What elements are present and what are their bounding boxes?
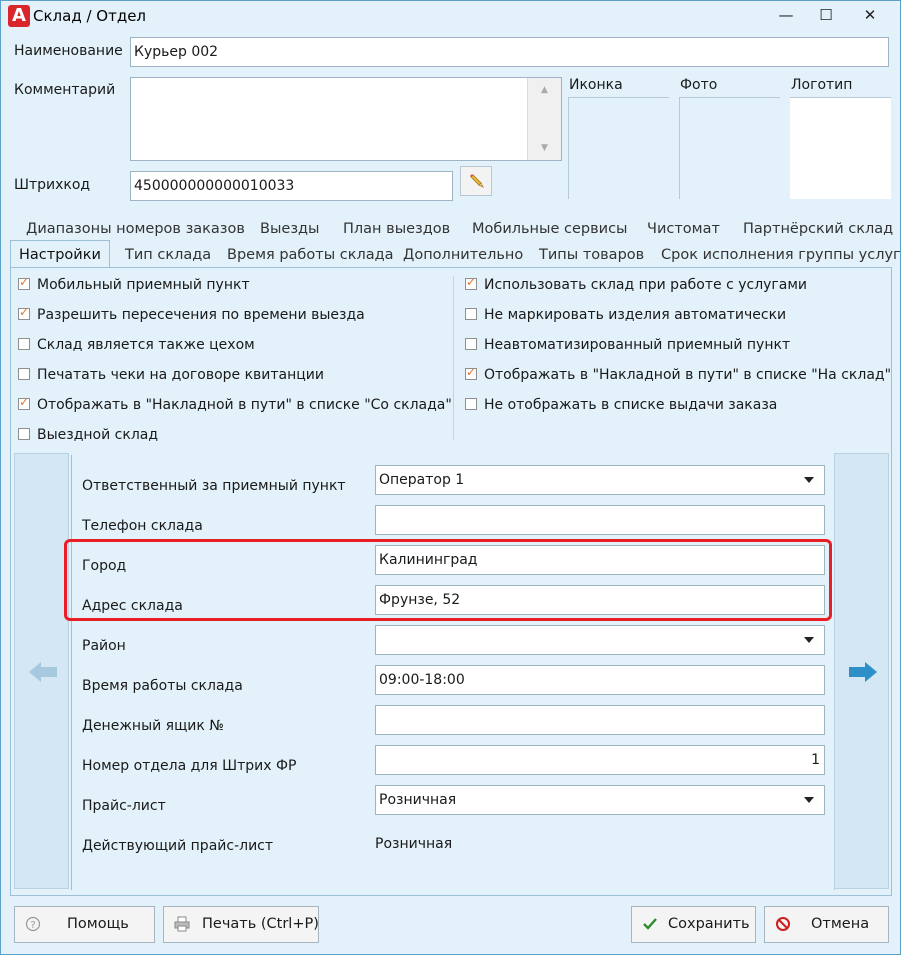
checkbox-unchecked-icon[interactable] bbox=[465, 308, 477, 320]
cashbox-label: Денежный ящик № bbox=[82, 718, 224, 734]
arrow-right-icon bbox=[849, 662, 877, 682]
pricelist-value: Розничная bbox=[379, 792, 457, 808]
checkbox-unchecked-icon[interactable] bbox=[18, 338, 30, 350]
city-label: Город bbox=[82, 558, 127, 574]
dropdown-arrow-icon[interactable] bbox=[804, 477, 814, 483]
comment-label: Комментарий bbox=[14, 82, 116, 98]
tab-order-ranges[interactable]: Диапазоны номеров заказов bbox=[26, 216, 245, 242]
comment-scrollbar[interactable]: ▲ ▼ bbox=[527, 78, 561, 160]
close-button[interactable]: ✕ bbox=[847, 1, 893, 31]
window-title: Склад / Отдел bbox=[33, 7, 147, 25]
name-label: Наименование bbox=[14, 43, 123, 59]
responsible-value: Оператор 1 bbox=[379, 472, 465, 488]
barcode-input[interactable]: 450000000000010033 bbox=[130, 171, 453, 201]
print-button-label: Печать (Ctrl+P) bbox=[202, 916, 319, 932]
settings-panel: Мобильный приемный пункт Разрешить перес… bbox=[10, 267, 892, 896]
pencil-icon bbox=[470, 174, 484, 188]
address-label: Адрес склада bbox=[82, 598, 183, 614]
photo-pane: Фото bbox=[679, 77, 780, 98]
generate-barcode-button[interactable] bbox=[460, 166, 492, 196]
svg-text:?: ? bbox=[30, 920, 35, 931]
tab-warehouse-type[interactable]: Тип склада bbox=[125, 242, 211, 268]
checkbox-checked-icon[interactable] bbox=[18, 275, 30, 290]
photo-pane-title: Фото bbox=[679, 77, 780, 98]
icon-pane: Иконка bbox=[568, 77, 669, 98]
dialog-window: A Склад / Отдел — ☐ ✕ Наименование Курье… bbox=[0, 0, 901, 955]
active-pricelist-label: Действующий прайс-лист bbox=[82, 838, 274, 854]
tab-chistomat[interactable]: Чистомат bbox=[647, 216, 720, 242]
tab-additional[interactable]: Дополнительно bbox=[403, 242, 523, 268]
tab-partner-warehouse[interactable]: Партнёрский склад bbox=[743, 216, 893, 242]
tab-trip-plan[interactable]: План выездов bbox=[343, 216, 450, 242]
tab-mobile-services[interactable]: Мобильные сервисы bbox=[472, 216, 628, 242]
tab-goods-types[interactable]: Типы товаров bbox=[539, 242, 644, 268]
cashbox-input[interactable] bbox=[375, 705, 825, 735]
comment-textarea[interactable]: ▲ ▼ bbox=[130, 77, 562, 161]
maximize-button[interactable]: ☐ bbox=[803, 1, 849, 31]
cancel-button-label: Отмена bbox=[811, 916, 870, 932]
district-label: Район bbox=[82, 638, 126, 654]
pricelist-select[interactable]: Розничная bbox=[375, 785, 825, 815]
checkbox-checked-icon[interactable] bbox=[18, 305, 30, 320]
column-divider bbox=[453, 276, 454, 440]
checkbox-checked-icon[interactable] bbox=[465, 275, 477, 290]
phone-input[interactable] bbox=[375, 505, 825, 535]
help-button[interactable]: ? Помощь bbox=[14, 906, 155, 943]
scroll-up-icon[interactable]: ▲ bbox=[528, 80, 561, 100]
phone-label: Телефон склада bbox=[82, 518, 203, 534]
responsible-label: Ответственный за приемный пункт bbox=[82, 478, 346, 494]
logo-image[interactable] bbox=[790, 98, 891, 199]
icon-pane-title: Иконка bbox=[568, 77, 669, 98]
hours-label: Время работы склада bbox=[82, 678, 243, 694]
checkbox-checked-icon[interactable] bbox=[18, 395, 30, 410]
warehouse-form: Ответственный за приемный пункт Оператор… bbox=[64, 455, 835, 890]
printer-icon bbox=[174, 916, 190, 932]
help-button-label: Помощь bbox=[67, 916, 129, 932]
next-page-button[interactable] bbox=[834, 453, 889, 889]
scroll-down-icon[interactable]: ▼ bbox=[528, 138, 561, 158]
checkbox-unchecked-icon[interactable] bbox=[18, 368, 30, 380]
tab-trips[interactable]: Выезды bbox=[260, 216, 320, 242]
tab-row-1: Диапазоны номеров заказов Выезды План вы… bbox=[10, 216, 893, 242]
pricelist-label: Прайс-лист bbox=[82, 798, 166, 814]
address-input[interactable]: Фрунзе, 52 bbox=[375, 585, 825, 615]
icon-pane-border bbox=[568, 98, 569, 199]
tab-service-deadline[interactable]: Срок исполнения группы услуг bbox=[661, 242, 900, 268]
responsible-select[interactable]: Оператор 1 bbox=[375, 465, 825, 495]
dept-label: Номер отдела для Штрих ФР bbox=[82, 758, 297, 774]
hours-input[interactable]: 09:00-18:00 bbox=[375, 665, 825, 695]
checkbox-checked-icon[interactable] bbox=[465, 365, 477, 380]
print-button[interactable]: Печать (Ctrl+P) bbox=[163, 906, 319, 943]
dropdown-arrow-icon[interactable] bbox=[804, 637, 814, 643]
photo-pane-border bbox=[679, 98, 680, 199]
cancel-button[interactable]: Отмена bbox=[764, 906, 889, 943]
tab-row-2: Настройки Тип склада Время работы склада… bbox=[10, 240, 900, 270]
save-button-label: Сохранить bbox=[668, 916, 750, 932]
name-input[interactable]: Курьер 002 bbox=[130, 37, 889, 67]
logo-pane: Логотип bbox=[790, 77, 891, 98]
district-select[interactable] bbox=[375, 625, 825, 655]
dept-input[interactable]: 1 bbox=[375, 745, 825, 775]
dropdown-arrow-icon[interactable] bbox=[804, 797, 814, 803]
arrow-left-icon bbox=[29, 662, 57, 682]
save-button[interactable]: Сохранить bbox=[631, 906, 756, 943]
logo-pane-title: Логотип bbox=[790, 77, 891, 98]
checkbox-unchecked-icon[interactable] bbox=[18, 428, 30, 440]
active-pricelist-value: Розничная bbox=[375, 836, 453, 852]
checkbox-unchecked-icon[interactable] bbox=[465, 398, 477, 410]
app-logo-icon: A bbox=[8, 5, 30, 27]
checkbox-unchecked-icon[interactable] bbox=[465, 338, 477, 350]
barcode-label: Штрихкод bbox=[14, 177, 91, 193]
tab-settings[interactable]: Настройки bbox=[10, 240, 110, 270]
help-icon: ? bbox=[25, 916, 41, 932]
prev-page-button[interactable] bbox=[14, 453, 69, 889]
cancel-icon bbox=[776, 917, 790, 931]
tab-working-hours[interactable]: Время работы склада bbox=[227, 242, 394, 268]
title-bar: A Склад / Отдел — ☐ ✕ bbox=[1, 1, 900, 31]
city-input[interactable]: Калининград bbox=[375, 545, 825, 575]
checkmark-icon bbox=[643, 918, 657, 930]
